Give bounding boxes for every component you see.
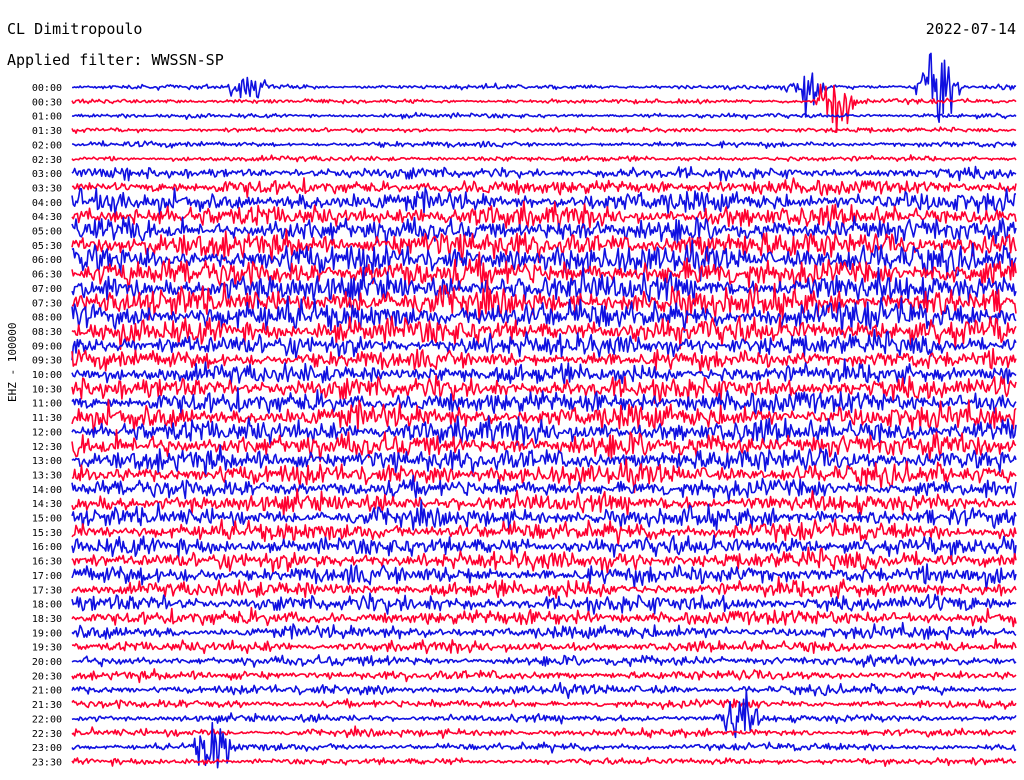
trace-line	[71, 165, 1017, 182]
trace-line	[71, 111, 1017, 120]
trace-line	[71, 177, 1017, 198]
row-time-label: 17:00	[32, 571, 62, 582]
row-time-label: 23:00	[32, 743, 62, 754]
row-time-label: 08:30	[32, 327, 62, 338]
row-time-label: 02:30	[32, 155, 62, 166]
row-time-label: 16:00	[32, 542, 62, 553]
row-time-label: 11:30	[32, 413, 62, 424]
row-time-label: 03:30	[32, 183, 62, 194]
trace-line	[71, 518, 1017, 546]
tick-label-group: 00:00 00:30 01:00 01:30 02:00 02:30 03:00 03:30…	[32, 83, 62, 768]
row-time-label: 06:00	[32, 255, 62, 266]
row-time-label: 19:00	[32, 628, 62, 639]
trace-line	[71, 621, 1017, 641]
row-time-label: 18:00	[32, 600, 62, 611]
trace-line	[71, 681, 1017, 699]
row-time-label: 13:00	[32, 456, 62, 467]
trace-line	[71, 725, 1017, 739]
row-time-label: 04:00	[32, 198, 62, 209]
row-time-label: 15:00	[32, 514, 62, 525]
trace-line	[71, 126, 1017, 134]
trace-line	[71, 140, 1017, 149]
row-time-label: 05:30	[32, 241, 62, 252]
row-time-label: 22:30	[32, 729, 62, 740]
row-time-label: 14:00	[32, 485, 62, 496]
row-time-label: 23:30	[32, 757, 62, 768]
trace-line	[71, 347, 1017, 374]
row-time-label: 13:30	[32, 470, 62, 481]
helicorder-page: CL Dimitropoulo 2022-07-14 Applied filte…	[0, 0, 1024, 780]
trace-line	[71, 154, 1017, 163]
row-time-label: 16:30	[32, 557, 62, 568]
trace-group	[71, 52, 1017, 769]
trace-line	[71, 83, 1017, 133]
trace-line	[71, 187, 1017, 217]
row-time-label: 05:00	[32, 227, 62, 238]
row-time-label: 03:00	[32, 169, 62, 180]
trace-line	[71, 592, 1017, 615]
row-time-label: 07:00	[32, 284, 62, 295]
trace-line	[71, 387, 1017, 417]
row-time-label: 01:00	[32, 112, 62, 123]
row-time-label: 08:00	[32, 313, 62, 324]
trace-line	[71, 654, 1017, 668]
trace-line	[71, 576, 1017, 599]
row-time-label: 18:30	[32, 614, 62, 625]
row-time-label: 20:30	[32, 671, 62, 682]
row-time-label: 20:00	[32, 657, 62, 668]
row-time-label: 09:30	[32, 356, 62, 367]
row-time-label: 17:30	[32, 585, 62, 596]
helicorder-plot: 00:00 00:30 01:00 01:30 02:00 02:30 03:00 03:30…	[32, 52, 1017, 769]
row-time-label: 09:00	[32, 341, 62, 352]
row-time-label: 00:30	[32, 97, 62, 108]
row-time-label: 22:00	[32, 714, 62, 725]
trace-line	[71, 668, 1017, 684]
row-time-label: 19:30	[32, 643, 62, 654]
trace-line	[71, 638, 1017, 655]
row-time-label: 21:00	[32, 686, 62, 697]
trace-line	[72, 52, 1017, 123]
row-time-label: 04:30	[32, 212, 62, 223]
row-time-label: 11:00	[32, 399, 62, 410]
trace-line	[71, 698, 1017, 711]
row-time-label: 15:30	[32, 528, 62, 539]
row-time-label: 14:30	[32, 499, 62, 510]
row-time-label: 01:30	[32, 126, 62, 137]
row-time-label: 02:00	[32, 140, 62, 151]
row-time-label: 12:00	[32, 427, 62, 438]
trace-line	[71, 200, 1017, 231]
row-time-label: 10:30	[32, 384, 62, 395]
row-time-label: 12:30	[32, 442, 62, 453]
row-time-label: 00:00	[32, 83, 62, 94]
row-time-label: 06:30	[32, 270, 62, 281]
row-time-label: 07:30	[32, 298, 62, 309]
row-time-label: 21:30	[32, 700, 62, 711]
row-time-label: 10:00	[32, 370, 62, 381]
